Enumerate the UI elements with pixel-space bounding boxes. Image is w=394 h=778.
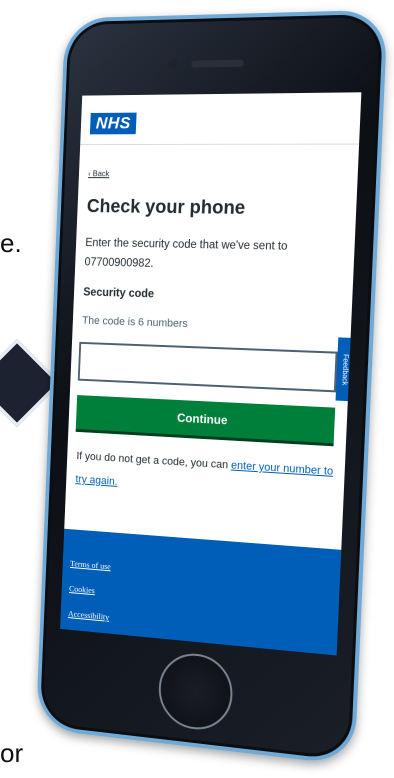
header-divider — [80, 144, 359, 146]
page-title: Check your phone — [86, 197, 245, 220]
footer: Terms of use Cookies Accessibility — [60, 529, 341, 656]
back-link[interactable]: ‹ Back — [88, 169, 109, 178]
speaker-grille — [191, 60, 244, 68]
continue-button[interactable]: Continue — [76, 395, 336, 446]
home-button[interactable] — [157, 650, 234, 733]
phone-screen: NHS ‹ Back Check your phone Enter the se… — [60, 92, 361, 655]
footer-link-terms[interactable]: Terms of use — [70, 558, 111, 571]
phone-frame: NHS ‹ Back Check your phone Enter the se… — [36, 10, 388, 766]
slide-text-fragment: or — [0, 738, 23, 769]
phone-mockup: NHS ‹ Back Check your phone Enter the se… — [8, 0, 394, 778]
help-text: If you do not get a code, you can enter … — [75, 444, 339, 508]
security-code-hint: The code is 6 numbers — [82, 315, 188, 330]
security-code-label: Security code — [83, 287, 154, 301]
feedback-tab[interactable]: Feedback — [336, 337, 353, 401]
camera-icon — [168, 59, 178, 69]
instruction-text: Enter the security code that we've sent … — [84, 233, 347, 278]
nhs-logo[interactable]: NHS — [90, 113, 137, 135]
footer-link-cookies[interactable]: Cookies — [69, 583, 95, 595]
footer-link-accessibility[interactable]: Accessibility — [68, 608, 110, 622]
back-link-label: Back — [93, 169, 110, 178]
slide-text-fragment: e. — [0, 228, 22, 259]
security-code-input[interactable] — [78, 342, 338, 393]
help-text-prefix: If you do not get a code, you can — [76, 450, 231, 471]
